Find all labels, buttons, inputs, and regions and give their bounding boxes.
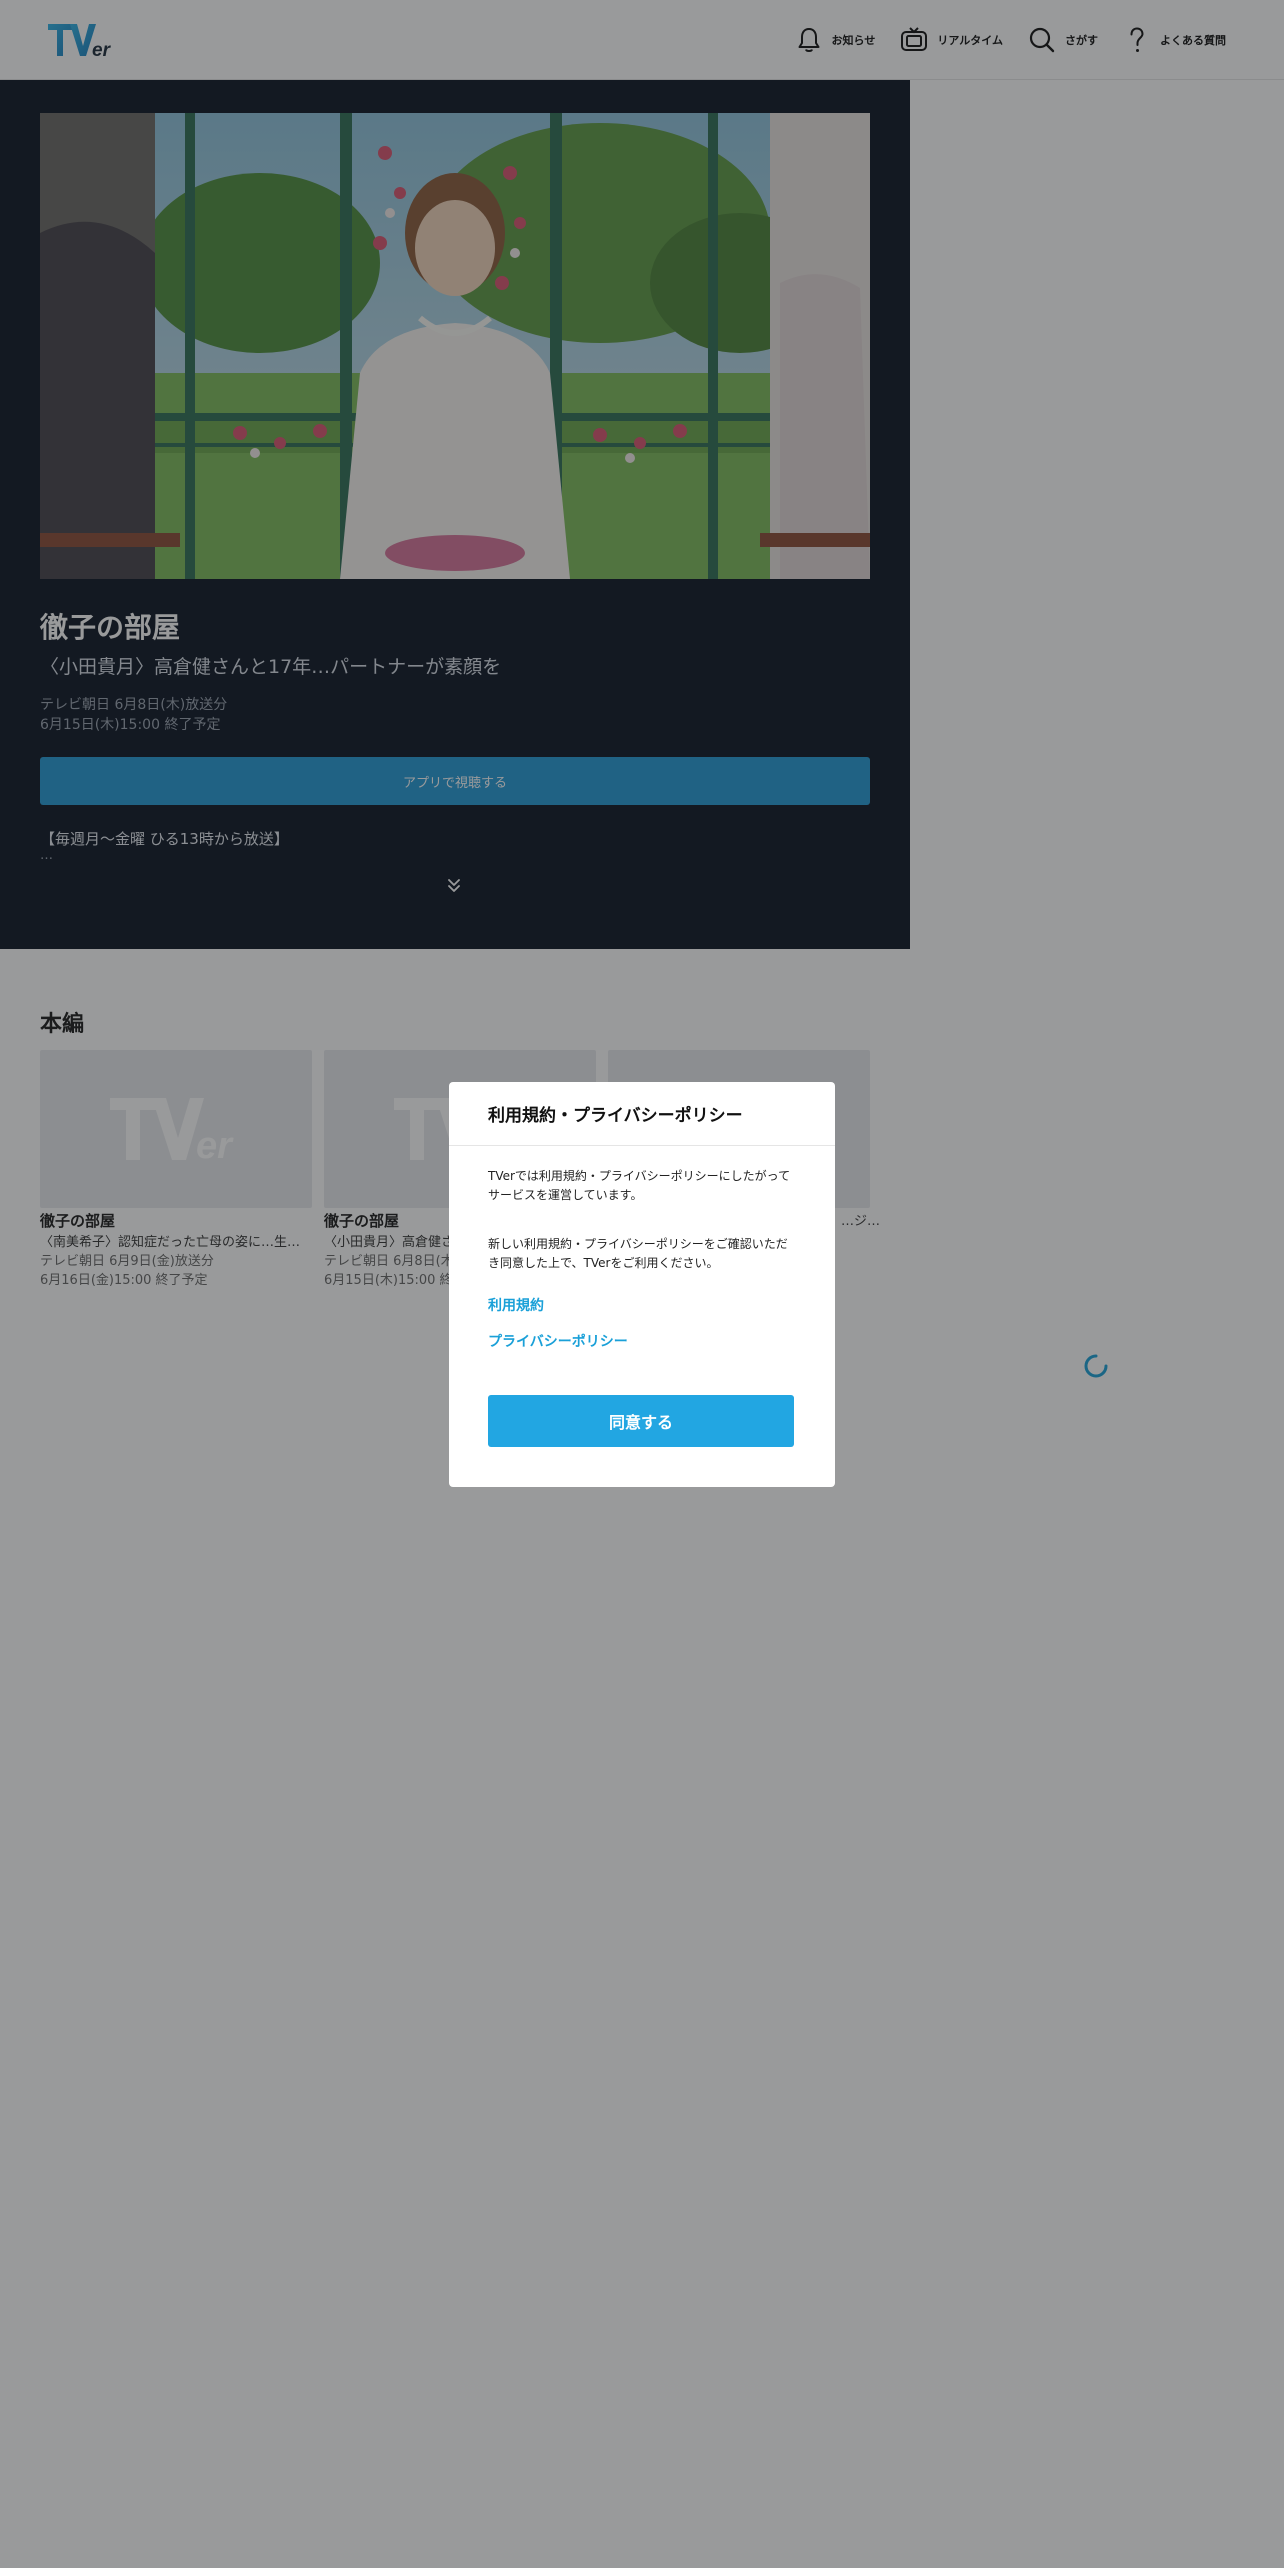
terms-consent-dialog: 利用規約・プライバシーポリシー TVerでは利用規約・プライバシーポリシーにした… (449, 1082, 835, 1487)
agree-button[interactable]: 同意する (488, 1395, 794, 1447)
dialog-title: 利用規約・プライバシーポリシー (488, 1106, 743, 1126)
dialog-header: 利用規約・プライバシーポリシー (449, 1082, 835, 1146)
terms-of-use-link[interactable]: 利用規約 (488, 1295, 796, 1315)
dialog-paragraph-intro: TVerでは利用規約・プライバシーポリシーにしたがってサービスを運営しています。 (488, 1169, 791, 1202)
dialog-paragraph-consent: 新しい利用規約・プライバシーポリシーをご確認いただき同意した上で、TVerをご利… (488, 1237, 788, 1270)
privacy-policy-link[interactable]: プライバシーポリシー (488, 1331, 796, 1351)
dialog-body: TVerでは利用規約・プライバシーポリシーにしたがってサービスを運営しています。… (449, 1146, 835, 1351)
